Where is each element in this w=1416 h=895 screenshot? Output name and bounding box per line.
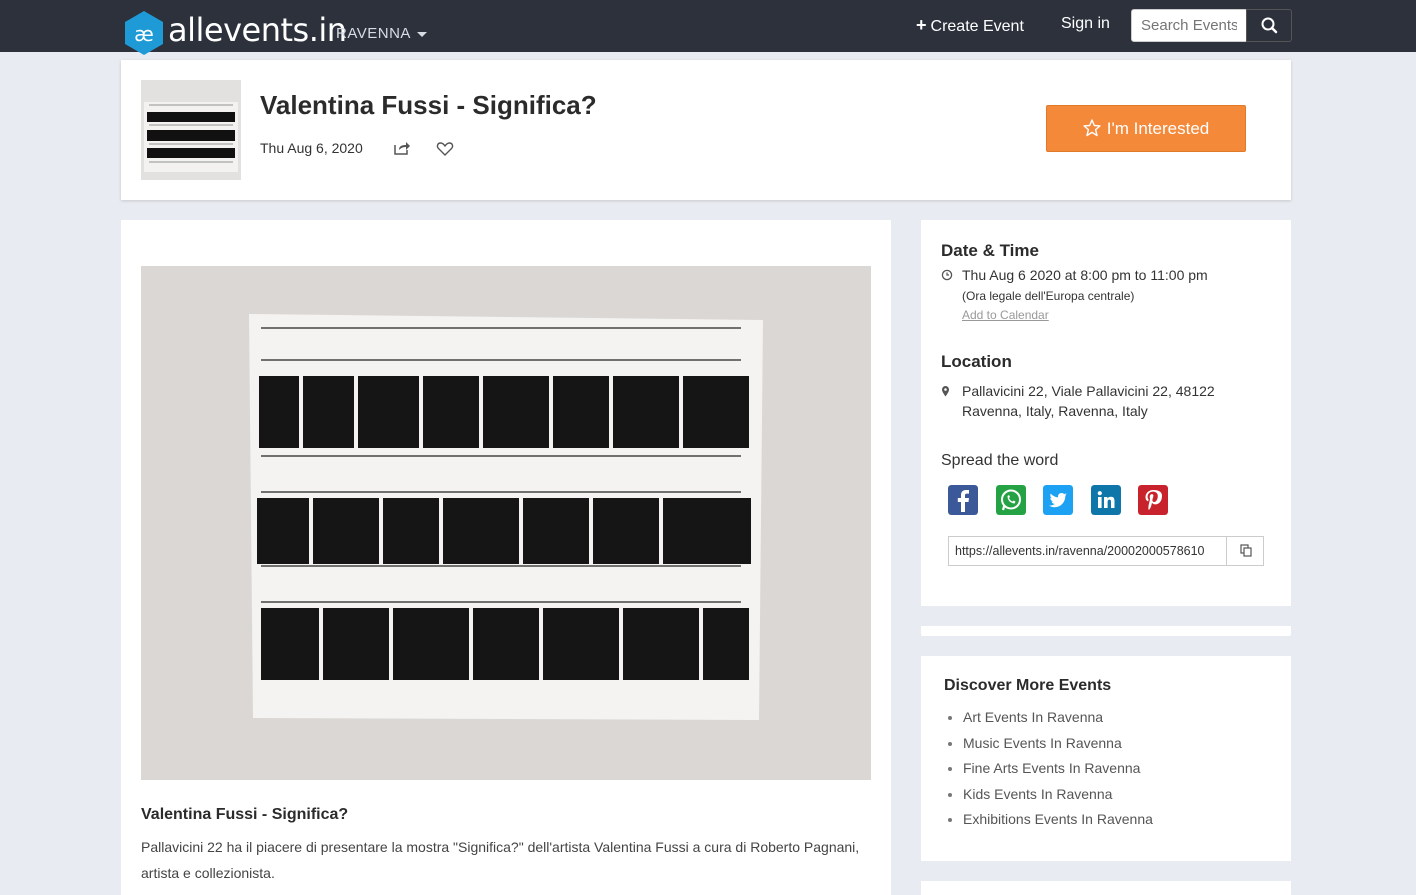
artwork-image: [141, 266, 871, 780]
interested-button[interactable]: I'm Interested: [1046, 105, 1246, 152]
event-details-card: Date & Time Thu Aug 6 2020 at 8:00 pm to…: [921, 220, 1291, 606]
discover-item-exhibitions[interactable]: Exhibitions Events In Ravenna: [948, 810, 1153, 836]
twitter-icon[interactable]: [1043, 485, 1073, 515]
discover-item-fine-arts[interactable]: Fine Arts Events In Ravenna: [948, 759, 1153, 785]
map-pin-icon: [942, 386, 949, 397]
bullet-icon: [948, 792, 952, 797]
interested-label: I'm Interested: [1106, 119, 1210, 138]
bullet-icon: [948, 741, 952, 746]
bottom-card: [921, 881, 1291, 895]
facebook-icon[interactable]: [948, 485, 978, 515]
sign-in-link[interactable]: Sign in: [1061, 15, 1110, 33]
event-header-card: Valentina Fussi - Significa? Thu Aug 6, …: [121, 60, 1291, 200]
city-label: RAVENNA: [336, 25, 411, 42]
copy-icon: [1240, 544, 1252, 557]
event-artwork-image[interactable]: [141, 266, 871, 780]
create-event-label: Create Event: [930, 18, 1024, 35]
discover-heading: Discover More Events: [944, 677, 1112, 694]
discover-item-label: Art Events In Ravenna: [963, 709, 1104, 725]
discover-item-art[interactable]: Art Events In Ravenna: [948, 708, 1153, 734]
event-title: Valentina Fussi - Significa?: [260, 90, 597, 120]
plus-icon: +: [916, 15, 927, 35]
bullet-icon: [948, 767, 952, 772]
heart-icon[interactable]: [436, 141, 454, 157]
discover-item-kids[interactable]: Kids Events In Ravenna: [948, 785, 1153, 811]
top-navbar: æ allevents.in RAVENNA + Create Event Sig…: [0, 0, 1416, 55]
address-line-1: Pallavicini 22, Viale Pallavicini 22, 48…: [962, 383, 1215, 399]
event-date: Thu Aug 6, 2020: [260, 140, 363, 156]
discover-item-label: Exhibitions Events In Ravenna: [963, 811, 1153, 827]
search-button[interactable]: [1246, 9, 1292, 42]
location-heading: Location: [941, 352, 1012, 371]
allevents-logo-icon[interactable]: æ: [120, 9, 168, 57]
date-time-heading: Date & Time: [941, 241, 1039, 260]
search-input[interactable]: [1131, 9, 1247, 42]
add-to-calendar-link[interactable]: Add to Calendar: [962, 308, 1049, 322]
description-text: Pallavicini 22 ha il piacere di presenta…: [141, 839, 860, 881]
discover-item-music[interactable]: Music Events In Ravenna: [948, 734, 1153, 760]
spacer-card: [921, 626, 1291, 636]
share-icon[interactable]: [393, 140, 411, 156]
artwork-thumbnail-image: [141, 80, 241, 180]
whatsapp-icon[interactable]: [996, 485, 1026, 515]
description-title: Valentina Fussi - Significa?: [141, 806, 349, 823]
bullet-icon: [948, 716, 952, 721]
event-thumbnail[interactable]: [141, 80, 241, 180]
caret-down-icon: [416, 31, 427, 37]
event-timezone: (Ora legale dell'Europa centrale): [962, 289, 1135, 303]
discover-item-label: Kids Events In Ravenna: [963, 785, 1113, 802]
brand-name[interactable]: allevents.in: [168, 10, 347, 50]
star-icon: [1083, 119, 1101, 137]
create-event-link[interactable]: + Create Event: [916, 15, 1024, 36]
discover-item-label: Fine Arts Events In Ravenna: [963, 760, 1141, 776]
event-datetime: Thu Aug 6 2020 at 8:00 pm to 11:00 pm: [962, 267, 1208, 283]
event-main-card: Valentina Fussi - Significa? Pallavicini…: [121, 220, 891, 895]
bullet-icon: [948, 818, 952, 823]
spread-heading: Spread the word: [941, 452, 1059, 469]
linkedin-icon[interactable]: [1091, 485, 1121, 515]
discover-more-card: Discover More Events Art Events In Raven…: [921, 656, 1291, 861]
svg-text:æ: æ: [134, 22, 154, 46]
address-line-2: Ravenna, Italy, Ravenna, Italy: [962, 403, 1148, 419]
discover-list: Art Events In Ravenna Music Events In Ra…: [948, 708, 1153, 836]
search-icon: [1261, 17, 1278, 34]
discover-item-label: Music Events In Ravenna: [963, 734, 1122, 751]
city-selector[interactable]: RAVENNA: [336, 25, 427, 42]
clock-icon: [941, 269, 953, 281]
copy-url-button[interactable]: [1226, 536, 1264, 566]
pinterest-icon[interactable]: [1138, 485, 1168, 515]
share-url-field[interactable]: [948, 536, 1227, 566]
